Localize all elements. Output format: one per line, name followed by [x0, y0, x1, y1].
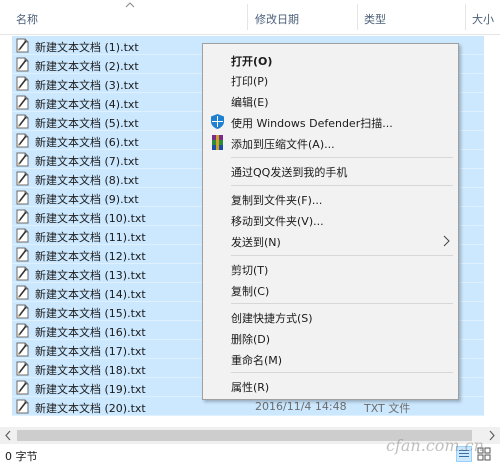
text-file-icon — [16, 133, 29, 148]
status-text: 0 字节 — [5, 450, 38, 463]
file-name: 新建文本文档 (5).txt — [35, 117, 139, 130]
menu-item-delete[interactable]: 删除(D) — [203, 328, 458, 348]
text-file-icon — [16, 342, 29, 357]
file-name: 新建文本文档 (1).txt — [35, 41, 139, 54]
text-file-icon — [16, 361, 29, 376]
file-name: 新建文本文档 (20).txt — [35, 402, 146, 415]
menu-separator — [231, 185, 453, 186]
file-name: 新建文本文档 (6).txt — [35, 136, 139, 149]
menu-item-copy-to-folder[interactable]: 复制到文件夹(F)... — [203, 189, 458, 209]
menu-separator — [231, 303, 453, 304]
file-name: 新建文本文档 (8).txt — [35, 174, 139, 187]
text-file-icon — [16, 247, 29, 262]
windows-defender-shield-icon — [211, 114, 224, 129]
menu-item-label: 通过QQ发送到我的手机 — [231, 166, 348, 179]
menu-item-move-to-folder[interactable]: 移动到文件夹(V)... — [203, 210, 458, 230]
file-name: 新建文本文档 (14).txt — [35, 288, 146, 301]
text-file-icon — [16, 57, 29, 72]
file-name: 新建文本文档 (3).txt — [35, 79, 139, 92]
menu-item-copy[interactable]: 复制(C) — [203, 280, 458, 300]
column-header: 名称 修改日期 类型 大小 — [0, 0, 500, 35]
file-name: 新建文本文档 (13).txt — [35, 269, 146, 282]
menu-separator — [231, 372, 453, 373]
file-name: 新建文本文档 (19).txt — [35, 383, 146, 396]
file-name: 新建文本文档 (12).txt — [35, 250, 146, 263]
text-file-icon — [16, 114, 29, 129]
menu-item-properties[interactable]: 属性(R) — [203, 376, 458, 396]
text-file-icon — [16, 171, 29, 186]
menu-item-label: 复制到文件夹(F)... — [231, 194, 323, 207]
column-header-date[interactable]: 修改日期 — [255, 11, 299, 27]
text-file-icon — [16, 323, 29, 338]
menu-item-label: 移动到文件夹(V)... — [231, 215, 324, 228]
file-name: 新建文本文档 (2).txt — [35, 60, 139, 73]
file-name: 新建文本文档 (10).txt — [35, 212, 146, 225]
column-divider[interactable] — [247, 4, 248, 30]
file-name: 新建文本文档 (15).txt — [35, 307, 146, 320]
column-divider[interactable] — [357, 4, 358, 30]
text-file-icon — [16, 209, 29, 224]
chevron-right-icon — [443, 235, 450, 247]
sort-ascending-icon — [125, 2, 135, 8]
menu-separator — [231, 157, 453, 158]
text-file-icon — [16, 228, 29, 243]
file-type: TXT 文件 — [364, 402, 411, 415]
column-header-size[interactable]: 大小 — [472, 11, 494, 27]
winrar-archive-icon — [212, 135, 223, 150]
text-file-icon — [16, 380, 29, 395]
menu-item-open[interactable]: 打开(O) — [203, 50, 458, 70]
menu-item-add-archive[interactable]: 添加到压缩文件(A)... — [203, 133, 458, 153]
text-file-icon — [16, 266, 29, 281]
menu-item-send-to[interactable]: 发送到(N) — [203, 231, 458, 251]
menu-item-label: 打印(P) — [231, 75, 269, 88]
menu-item-label: 重命名(M) — [231, 354, 283, 367]
menu-item-label: 编辑(E) — [231, 96, 269, 109]
text-file-icon — [16, 76, 29, 91]
file-explorer-window: 名称 修改日期 类型 大小 新建文本文档 (1).txt 新建文本文档 (2).t… — [0, 0, 500, 465]
menu-item-label: 添加到压缩文件(A)... — [231, 138, 335, 151]
file-name: 新建文本文档 (16).txt — [35, 326, 146, 339]
column-header-type[interactable]: 类型 — [364, 11, 386, 27]
text-file-icon — [16, 285, 29, 300]
file-name: 新建文本文档 (17).txt — [35, 345, 146, 358]
menu-item-cut[interactable]: 剪切(T) — [203, 259, 458, 279]
scroll-left-arrow-icon[interactable] — [0, 427, 17, 444]
menu-item-rename[interactable]: 重命名(M) — [203, 349, 458, 369]
file-name: 新建文本文档 (7).txt — [35, 155, 139, 168]
file-name: 新建文本文档 (4).txt — [35, 98, 139, 111]
column-divider[interactable] — [465, 4, 466, 30]
menu-item-label: 剪切(T) — [231, 264, 269, 277]
menu-item-create-shortcut[interactable]: 创建快捷方式(S) — [203, 307, 458, 327]
file-name: 新建文本文档 (9).txt — [35, 193, 139, 206]
menu-item-print[interactable]: 打印(P) — [203, 70, 458, 90]
text-file-icon — [16, 304, 29, 319]
file-date: 2016/11/4 14:48 — [255, 400, 347, 413]
text-file-icon — [16, 38, 29, 53]
menu-item-label: 使用 Windows Defender扫描... — [231, 117, 393, 130]
scroll-right-arrow-icon[interactable] — [483, 427, 500, 444]
column-header-name[interactable]: 名称 — [16, 11, 38, 27]
text-file-icon — [16, 190, 29, 205]
menu-item-label: 属性(R) — [231, 381, 270, 394]
menu-item-edit[interactable]: 编辑(E) — [203, 91, 458, 111]
menu-item-defender-scan[interactable]: 使用 Windows Defender扫描... — [203, 112, 458, 132]
watermark: cfan.com.cn — [386, 436, 484, 455]
menu-separator — [231, 255, 453, 256]
file-name: 新建文本文档 (11).txt — [35, 231, 146, 244]
text-file-icon — [16, 152, 29, 167]
menu-item-send-qq[interactable]: 通过QQ发送到我的手机 — [203, 161, 458, 181]
menu-item-label: 打开(O) — [231, 55, 273, 68]
menu-item-label: 复制(C) — [231, 285, 270, 298]
text-file-icon — [16, 399, 29, 414]
menu-item-label: 创建快捷方式(S) — [231, 312, 313, 325]
menu-item-label: 发送到(N) — [231, 236, 281, 249]
context-menu: 打开(O) 打印(P) 编辑(E) 使用 Windows Defender扫描.… — [202, 43, 459, 400]
file-name: 新建文本文档 (18).txt — [35, 364, 146, 377]
text-file-icon — [16, 95, 29, 110]
menu-item-label: 删除(D) — [231, 333, 271, 346]
